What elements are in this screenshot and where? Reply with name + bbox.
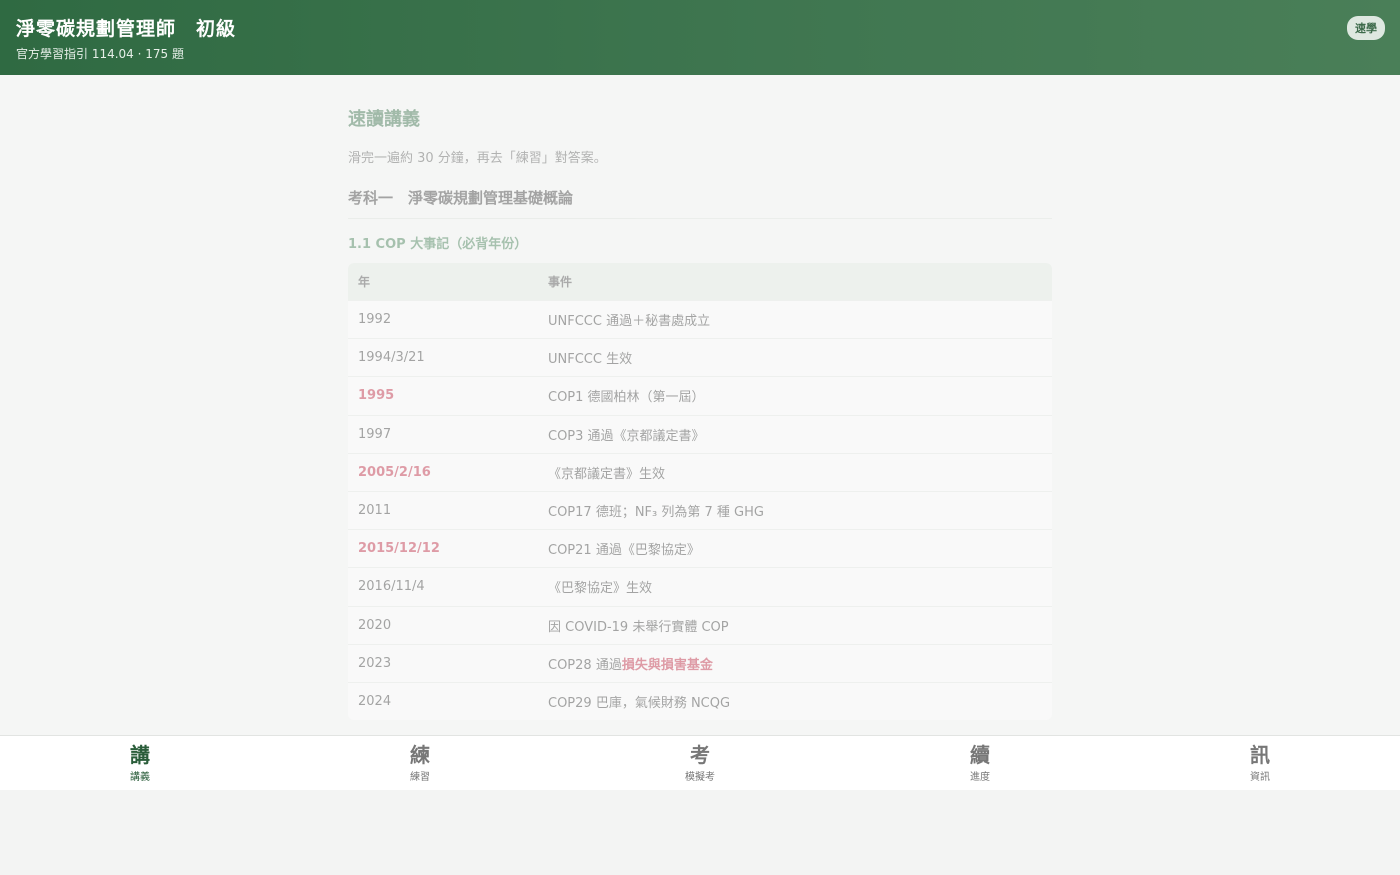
row-event: UNFCCC 通過＋秘書處成立: [548, 314, 711, 330]
bottom-tab-bar: 講 講義 練 練習 考 模擬考 續 進度 訊 資訊: [0, 735, 1400, 790]
tab-label: 講義: [130, 772, 150, 783]
row-event: COP3 通過《京都議定書》: [548, 428, 705, 444]
table-row: 2016/11/4 《巴黎協定》生效: [348, 567, 1052, 605]
tab-label: 練習: [410, 772, 430, 783]
row-event: COP17 德班；NF₃ 列為第 7 種 GHG: [548, 505, 764, 521]
row-event: 因 COVID-19 未舉行實體 COP: [548, 619, 729, 635]
subject-heading: 考科一 淨零碳規劃管理基礎概論: [348, 187, 1052, 219]
row-year-highlight: 1995: [358, 388, 395, 404]
tab-practice[interactable]: 練 練習: [280, 736, 560, 791]
table-row: 2015/12/12 COP21 通過《巴黎協定》: [348, 529, 1052, 567]
row-event: COP21 通過《巴黎協定》: [548, 543, 700, 559]
row-year: 2023: [358, 655, 392, 671]
page-title: 速讀講義: [348, 109, 420, 130]
table-row: 2005/2/16 《京都議定書》生效: [348, 452, 1052, 491]
table-row: 2024 COP29 巴庫，氣候財務 NCQG: [348, 681, 1052, 720]
row-event: COP1 德國柏林（第一屆）: [548, 390, 705, 406]
tab-progress[interactable]: 續 進度: [840, 736, 1120, 791]
row-event: COP28 通過損失與損害基金: [548, 654, 1052, 673]
row-year-highlight: 2005/2/16: [358, 464, 431, 480]
table-row: 2023 COP28 通過損失與損害基金: [348, 643, 1052, 682]
app-header: 淨零碳規劃管理師 初級 官方學習指引 114.04 · 175 題 速學: [0, 0, 1400, 75]
app-title: 淨零碳規劃管理師 初級: [16, 18, 237, 40]
row-event-text: COP28 通過: [548, 657, 622, 673]
cop-timeline-table: 年 事件 1992 UNFCCC 通過＋秘書處成立 1994/3/21 UNFC…: [348, 263, 1052, 721]
row-year: 1992: [358, 312, 392, 328]
row-event: COP29 巴庫，氣候財務 NCQG: [548, 695, 731, 711]
progress-icon: 續: [970, 743, 990, 767]
app-subtitle: 官方學習指引 114.04 · 175 題: [16, 47, 184, 61]
row-event: UNFCCC 生效: [548, 352, 633, 368]
practice-icon: 練: [410, 743, 430, 767]
row-year: 2011: [358, 503, 392, 519]
row-year: 2016/11/4: [358, 579, 425, 595]
lesson-content[interactable]: 速讀講義 滑完一遍約 30 分鐘，再去「練習」對答案。 考科一 淨零碳規劃管理基…: [0, 75, 1400, 735]
row-year: 1994/3/21: [358, 350, 425, 366]
row-year-highlight: 2015/12/12: [358, 541, 440, 557]
page-description: 滑完一遍約 30 分鐘，再去「練習」對答案。: [348, 151, 607, 166]
section-heading: 1.1 COP 大事記（必背年份）: [348, 237, 528, 252]
header-year: 年: [358, 275, 371, 289]
tab-label: 模擬考: [685, 772, 715, 783]
tab-lecture[interactable]: 講 講義: [0, 736, 280, 791]
table-row: 2011 COP17 德班；NF₃ 列為第 7 種 GHG: [348, 490, 1052, 529]
table-row: 1997 COP3 通過《京都議定書》: [348, 414, 1052, 453]
row-event-highlight: 損失與損害基金: [621, 657, 713, 673]
row-year: 1997: [358, 426, 392, 442]
table-header: 年 事件: [348, 263, 1052, 300]
table-row: 2020 因 COVID-19 未舉行實體 COP: [348, 605, 1052, 644]
tab-mock-exam[interactable]: 考 模擬考: [560, 736, 840, 791]
row-year: 2024: [358, 693, 392, 709]
tab-label: 資訊: [1250, 772, 1270, 783]
tab-label: 進度: [970, 772, 990, 783]
table-row: 1994/3/21 UNFCCC 生效: [348, 338, 1052, 376]
row-year: 2020: [358, 617, 392, 633]
info-icon: 訊: [1250, 743, 1270, 767]
speed-mode-badge[interactable]: 速學: [1347, 16, 1385, 40]
exam-icon: 考: [690, 743, 710, 767]
header-event: 事件: [548, 275, 573, 289]
row-event: 《巴黎協定》生效: [548, 581, 653, 597]
table-row: 1992 UNFCCC 通過＋秘書處成立: [348, 300, 1052, 338]
lecture-icon: 講: [130, 743, 150, 767]
empty-area: [0, 790, 1400, 875]
row-event: 《京都議定書》生效: [548, 466, 666, 482]
tab-info[interactable]: 訊 資訊: [1120, 736, 1400, 791]
table-row: 1995 COP1 德國柏林（第一屆）: [348, 376, 1052, 414]
